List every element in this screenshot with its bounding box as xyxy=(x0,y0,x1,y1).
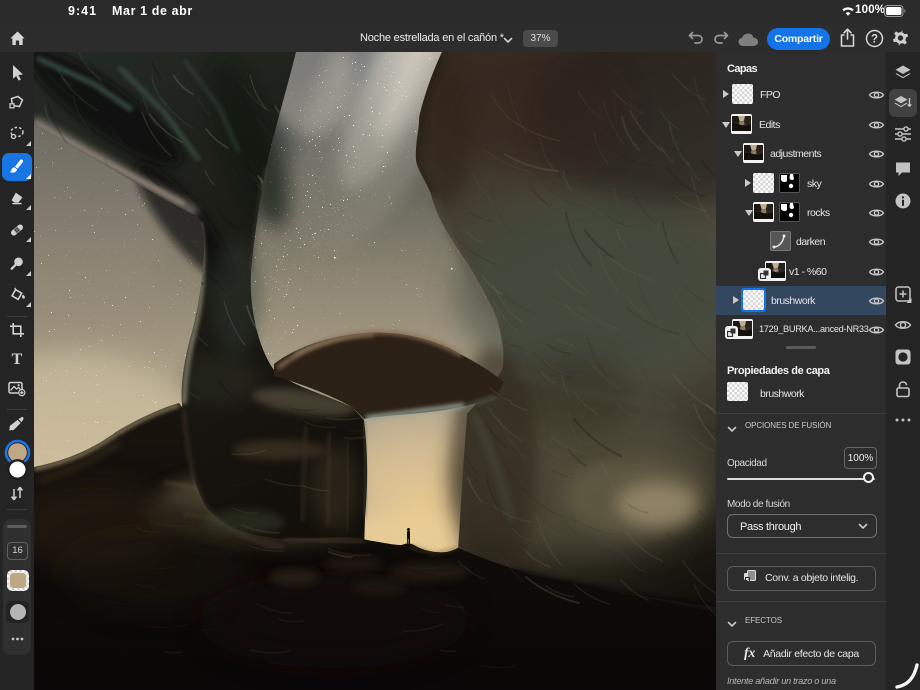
svg-text:?: ? xyxy=(871,34,878,46)
